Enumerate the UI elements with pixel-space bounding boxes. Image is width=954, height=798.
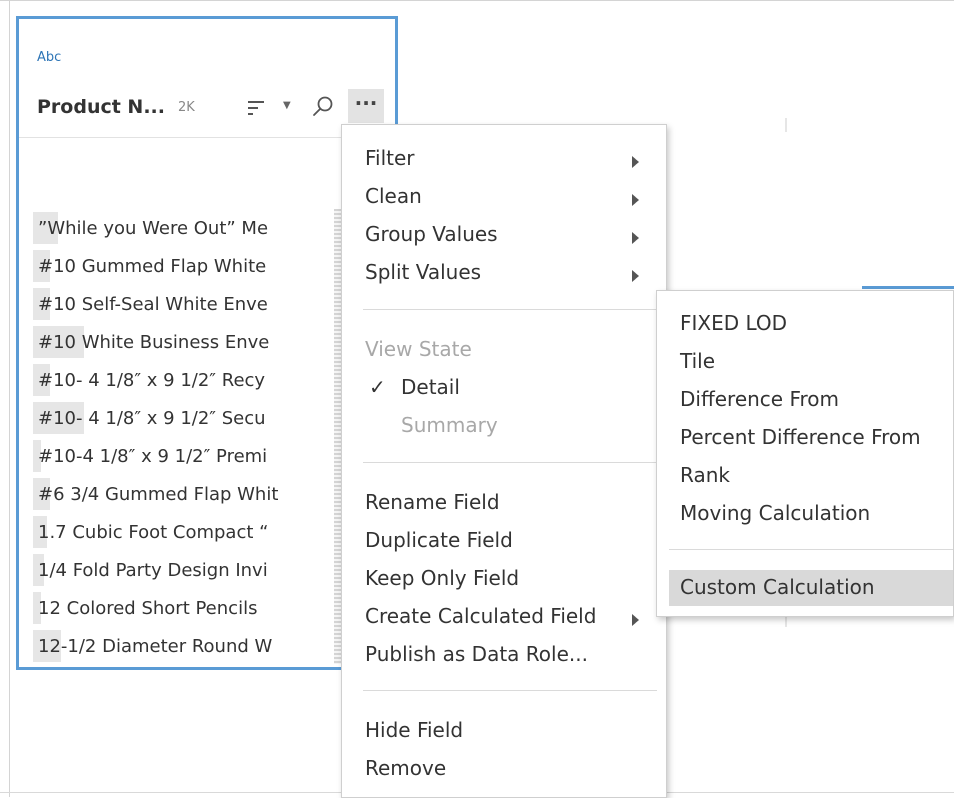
menu-item-label: Duplicate Field: [365, 528, 513, 552]
submenu-divider: [669, 549, 953, 550]
value-row[interactable]: #10- 4 1/8″ x 9 1/2″ Secu: [33, 399, 316, 437]
menu-item-label: Filter: [365, 146, 415, 170]
value-row[interactable]: #10 Self-Seal White Enve: [33, 285, 316, 323]
menu-item-detail[interactable]: ✓ Detail: [342, 372, 666, 404]
more-options-menu: Filter Clean Group Values Split Values V…: [341, 124, 667, 798]
submenu-item-label: Difference From: [680, 387, 840, 411]
submenu-item-label: Custom Calculation: [680, 575, 875, 599]
window-left-border: [9, 0, 10, 797]
submenu-item-custom-calculation[interactable]: Custom Calculation: [669, 570, 953, 606]
more-options-button[interactable]: ···: [348, 89, 384, 123]
value-row[interactable]: #10- 4 1/8″ x 9 1/2″ Recy: [33, 361, 316, 399]
value-label: #10-4 1/8″ x 9 1/2″ Premi: [38, 446, 268, 467]
menu-item-hide-field[interactable]: Hide Field: [342, 715, 666, 747]
field-name-header[interactable]: Product N...: [37, 96, 165, 118]
value-label: #10- 4 1/8″ x 9 1/2″ Secu: [38, 408, 266, 429]
menu-item-clean[interactable]: Clean: [342, 181, 666, 213]
submenu-arrow-icon: [632, 232, 639, 244]
value-label: 12 Colored Short Pencils: [38, 598, 258, 619]
value-label: #10 Gummed Flap White: [38, 256, 267, 277]
values-list[interactable]: ”While you Were Out” Me #10 Gummed Flap W…: [33, 209, 316, 666]
value-row[interactable]: 1.7 Cubic Foot Compact “: [33, 513, 316, 551]
sort-icon[interactable]: [248, 98, 264, 118]
submenu-item-label: Rank: [680, 463, 730, 487]
submenu-item-label: Tile: [680, 349, 716, 373]
menu-item-label: Publish as Data Role...: [365, 642, 588, 666]
menu-divider: [363, 462, 657, 463]
submenu-item-fixed-lod[interactable]: FIXED LOD: [657, 306, 953, 342]
value-label: #10 White Business Enve: [38, 332, 270, 353]
value-label: 12-1/2 Diameter Round W: [38, 636, 273, 657]
window-top-border: [0, 0, 954, 1]
value-row[interactable]: 12-1/2 Diameter Round W: [33, 627, 316, 665]
menu-item-label: Hide Field: [365, 718, 464, 742]
data-type-label[interactable]: Abc: [37, 50, 61, 65]
menu-item-label: Rename Field: [365, 490, 500, 514]
menu-heading-view-state: View State: [342, 334, 666, 366]
value-row[interactable]: 1/4 Fold Party Design Invi: [33, 551, 316, 589]
menu-item-split-values[interactable]: Split Values: [342, 257, 666, 289]
submenu-item-tile[interactable]: Tile: [657, 344, 953, 380]
value-label: #10 Self-Seal White Enve: [38, 294, 268, 315]
background-divider: [785, 118, 787, 132]
menu-item-label: Create Calculated Field: [365, 604, 597, 628]
value-label: 1/4 Fold Party Design Invi: [38, 560, 268, 581]
menu-divider: [363, 690, 657, 691]
value-label: #6 3/4 Gummed Flap Whit: [38, 484, 279, 505]
value-row[interactable]: ”While you Were Out” Me: [33, 209, 316, 247]
card-header-divider: [19, 137, 395, 138]
value-row[interactable]: #10 Gummed Flap White: [33, 247, 316, 285]
menu-item-label: Clean: [365, 184, 422, 208]
menu-item-label: Summary: [401, 413, 498, 437]
value-label: 1.7 Cubic Foot Compact “: [38, 522, 269, 543]
menu-divider: [363, 309, 657, 310]
value-label: ”While you Were Out” Me: [38, 218, 269, 239]
value-row[interactable]: #6 3/4 Gummed Flap Whit: [33, 475, 316, 513]
menu-item-group-values[interactable]: Group Values: [342, 219, 666, 251]
sort-dropdown-icon[interactable]: ▼: [283, 100, 291, 111]
submenu-item-difference-from[interactable]: Difference From: [657, 382, 953, 418]
submenu-arrow-icon: [632, 614, 639, 626]
menu-item-label: Remove: [365, 756, 447, 780]
submenu-item-rank[interactable]: Rank: [657, 458, 953, 494]
search-icon[interactable]: [311, 94, 335, 118]
menu-item-filter[interactable]: Filter: [342, 143, 666, 175]
value-row[interactable]: 12 Colored Short Pencils: [33, 589, 316, 627]
menu-item-summary[interactable]: Summary: [342, 410, 666, 442]
menu-item-rename-field[interactable]: Rename Field: [342, 487, 666, 519]
value-row[interactable]: #10-4 1/8″ x 9 1/2″ Premi: [33, 437, 316, 475]
menu-item-duplicate-field[interactable]: Duplicate Field: [342, 525, 666, 557]
menu-item-create-calculated-field[interactable]: Create Calculated Field: [342, 601, 666, 633]
menu-item-label: Detail: [401, 375, 460, 399]
values-scrollbar[interactable]: [334, 209, 341, 664]
submenu-arrow-icon: [632, 156, 639, 168]
submenu-item-label: Percent Difference From: [680, 425, 921, 449]
menu-item-remove[interactable]: Remove: [342, 753, 666, 785]
checkmark-icon: ✓: [369, 375, 386, 399]
menu-item-label: View State: [365, 337, 472, 361]
value-label: #10- 4 1/8″ x 9 1/2″ Recy: [38, 370, 266, 391]
menu-item-keep-only-field[interactable]: Keep Only Field: [342, 563, 666, 595]
submenu-item-label: FIXED LOD: [680, 311, 788, 335]
menu-item-label: Split Values: [365, 260, 482, 284]
menu-item-label: Group Values: [365, 222, 498, 246]
distinct-count: 2K: [178, 100, 195, 115]
submenu-arrow-icon: [632, 270, 639, 282]
submenu-item-percent-difference-from[interactable]: Percent Difference From: [657, 420, 953, 456]
create-calculated-field-submenu: FIXED LOD Tile Difference From Percent D…: [656, 290, 954, 617]
menu-item-label: Keep Only Field: [365, 566, 520, 590]
submenu-item-label: Moving Calculation: [680, 501, 871, 525]
submenu-arrow-icon: [632, 194, 639, 206]
menu-item-publish-as-data-role[interactable]: Publish as Data Role...: [342, 639, 666, 671]
value-row[interactable]: #10 White Business Enve: [33, 323, 316, 361]
adjacent-card-selection-border: [862, 286, 954, 289]
submenu-item-moving-calculation[interactable]: Moving Calculation: [657, 496, 953, 532]
